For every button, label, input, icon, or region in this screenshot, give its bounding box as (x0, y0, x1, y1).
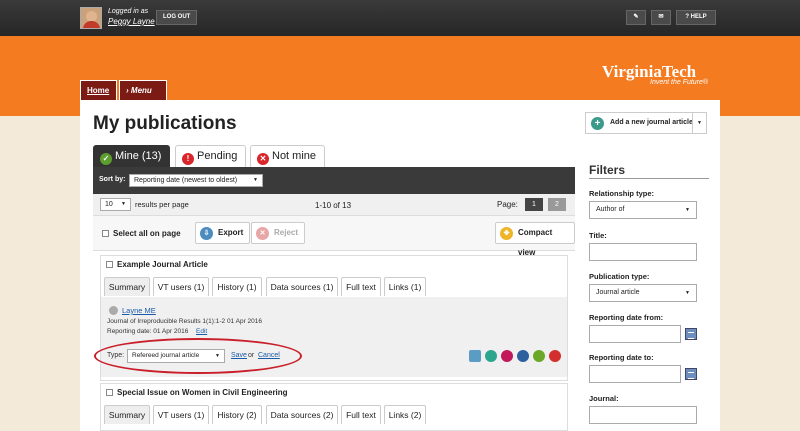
tag-icon: ✎ (633, 14, 639, 20)
exclamation-icon: ! (182, 153, 194, 165)
tag-button[interactable]: ✎ (626, 10, 646, 25)
link-icon[interactable] (533, 350, 545, 362)
title-filter-label: Title: (589, 231, 607, 240)
sort-select[interactable]: Reporting date (newest to oldest) (129, 174, 263, 187)
date-to-input[interactable] (589, 365, 681, 383)
reject-label: Reject (274, 228, 299, 237)
export-icon: ⇩ (200, 227, 213, 240)
journal-filter-label: Journal: (589, 394, 619, 403)
tab-vt-users[interactable]: VT users (1) (153, 405, 209, 424)
publication-title: Special Issue on Women in Civil Engineer… (117, 388, 288, 397)
page-title: My publications (93, 113, 237, 134)
avatar[interactable] (80, 7, 102, 29)
heart-icon[interactable] (501, 350, 513, 362)
sort-label: Sort by: (99, 176, 126, 183)
close-icon[interactable] (549, 350, 561, 362)
x-icon: ✕ (256, 227, 269, 240)
tab-pending[interactable]: ! Pending (175, 145, 247, 167)
sort-bar: Sort by: Reporting date (newest to oldes… (93, 167, 575, 194)
date-from-label: Reporting date from: (589, 313, 664, 322)
eye-icon[interactable] (517, 350, 529, 362)
journal-citation: Journal of Irreproducible Results 1(1):1… (107, 318, 263, 325)
chevron-right-icon: › (126, 86, 129, 95)
help-icon: ? (685, 14, 689, 20)
select-all-checkbox[interactable] (102, 230, 109, 237)
mail-icon: ✉ (658, 14, 664, 20)
relationship-type-select[interactable]: Author of (589, 201, 697, 219)
tab-links[interactable]: Links (2) (384, 405, 426, 424)
logout-button[interactable]: LOG OUT (156, 10, 198, 25)
tab-links[interactable]: Links (1) (384, 277, 426, 296)
plus-icon: + (591, 117, 604, 130)
tab-data-sources[interactable]: Data sources (2) (266, 405, 338, 424)
reporting-date: Reporting date: 01 Apr 2016 (107, 328, 189, 335)
tab-summary[interactable]: Summary (104, 277, 150, 296)
tab-mine-label: Mine (13) (115, 150, 162, 162)
tab-not-mine[interactable]: ✕ Not mine (250, 145, 326, 167)
export-button[interactable]: ⇩ Export (195, 222, 251, 244)
breadcrumb-home[interactable]: Home (80, 80, 117, 100)
chevron-down-icon[interactable]: ▼ (692, 113, 706, 133)
publication-type-label: Publication type: (589, 272, 650, 281)
tab-history[interactable]: History (1) (212, 277, 262, 296)
action-bar: Select all on page ⇩ Export ✕ Reject ✥ Comp… (93, 216, 575, 257)
export-label: Export (218, 228, 244, 237)
paging-toolbar: 10 results per page 1-10 of 13 Page: 1 2 (93, 194, 575, 216)
result-range: 1-10 of 13 (315, 201, 352, 210)
tab-summary[interactable]: Summary (104, 405, 150, 424)
tab-mine[interactable]: ✓ Mine (13) (93, 145, 171, 167)
help-label: HELP (690, 14, 707, 20)
relationship-type-label: Relationship type: (589, 189, 655, 198)
search-icon[interactable] (485, 350, 497, 362)
add-journal-article-button[interactable]: + Add a new journal article ▼ (585, 112, 707, 134)
tab-full-text[interactable]: Full text (341, 405, 381, 424)
mail-button[interactable]: ✉ (651, 10, 671, 25)
filters-divider (589, 178, 709, 179)
tab-not-mine-label: Not mine (272, 150, 317, 162)
calendar-icon[interactable] (685, 328, 697, 340)
check-icon: ✓ (100, 153, 112, 165)
per-page-select[interactable]: 10 (100, 198, 131, 211)
help-button[interactable]: ? HELP (676, 10, 716, 25)
filters-title: Filters (589, 163, 626, 177)
user-name-link[interactable]: Peggy Layne (108, 17, 155, 26)
publication-title: Example Journal Article (117, 260, 208, 269)
edit-date-link[interactable]: Edit (196, 328, 207, 335)
page-label: Page: (497, 200, 518, 209)
page-1-button[interactable]: 1 (525, 198, 543, 211)
date-from-input[interactable] (589, 325, 681, 343)
tab-history[interactable]: History (2) (212, 405, 262, 424)
calendar-icon[interactable] (685, 368, 697, 380)
date-to-label: Reporting date to: (589, 353, 654, 362)
page-2-button[interactable]: 2 (548, 198, 566, 211)
publication-type-select[interactable]: Journal article (589, 284, 697, 302)
compress-icon: ✥ (500, 227, 513, 240)
x-icon: ✕ (257, 153, 269, 165)
author-link[interactable]: Layne ME (122, 306, 156, 315)
select-all-label: Select all on page (113, 229, 181, 238)
tab-full-text[interactable]: Full text (341, 277, 381, 296)
compact-view-button[interactable]: ✥ Compact view (495, 222, 575, 257)
logged-in-label: Logged in as (108, 8, 149, 15)
tab-vt-users[interactable]: VT users (1) (153, 277, 209, 296)
vt-tagline: Invent the Future® (650, 79, 709, 86)
upload-icon[interactable] (469, 350, 481, 362)
publication-checkbox[interactable] (106, 389, 113, 396)
tab-data-sources[interactable]: Data sources (1) (266, 277, 338, 296)
title-filter-input[interactable] (589, 243, 697, 261)
add-journal-article-label: Add a new journal article (610, 119, 693, 126)
tab-pending-label: Pending (197, 150, 238, 162)
journal-filter-input[interactable] (589, 406, 697, 424)
highlight-ring (94, 338, 302, 374)
breadcrumb-menu[interactable]: › Menu (119, 80, 167, 100)
per-page-label: results per page (135, 200, 189, 209)
user-icon (109, 306, 118, 315)
reject-button[interactable]: ✕ Reject (251, 222, 306, 244)
publication-checkbox[interactable] (106, 261, 113, 268)
breadcrumb-menu-label: Menu (130, 86, 152, 95)
